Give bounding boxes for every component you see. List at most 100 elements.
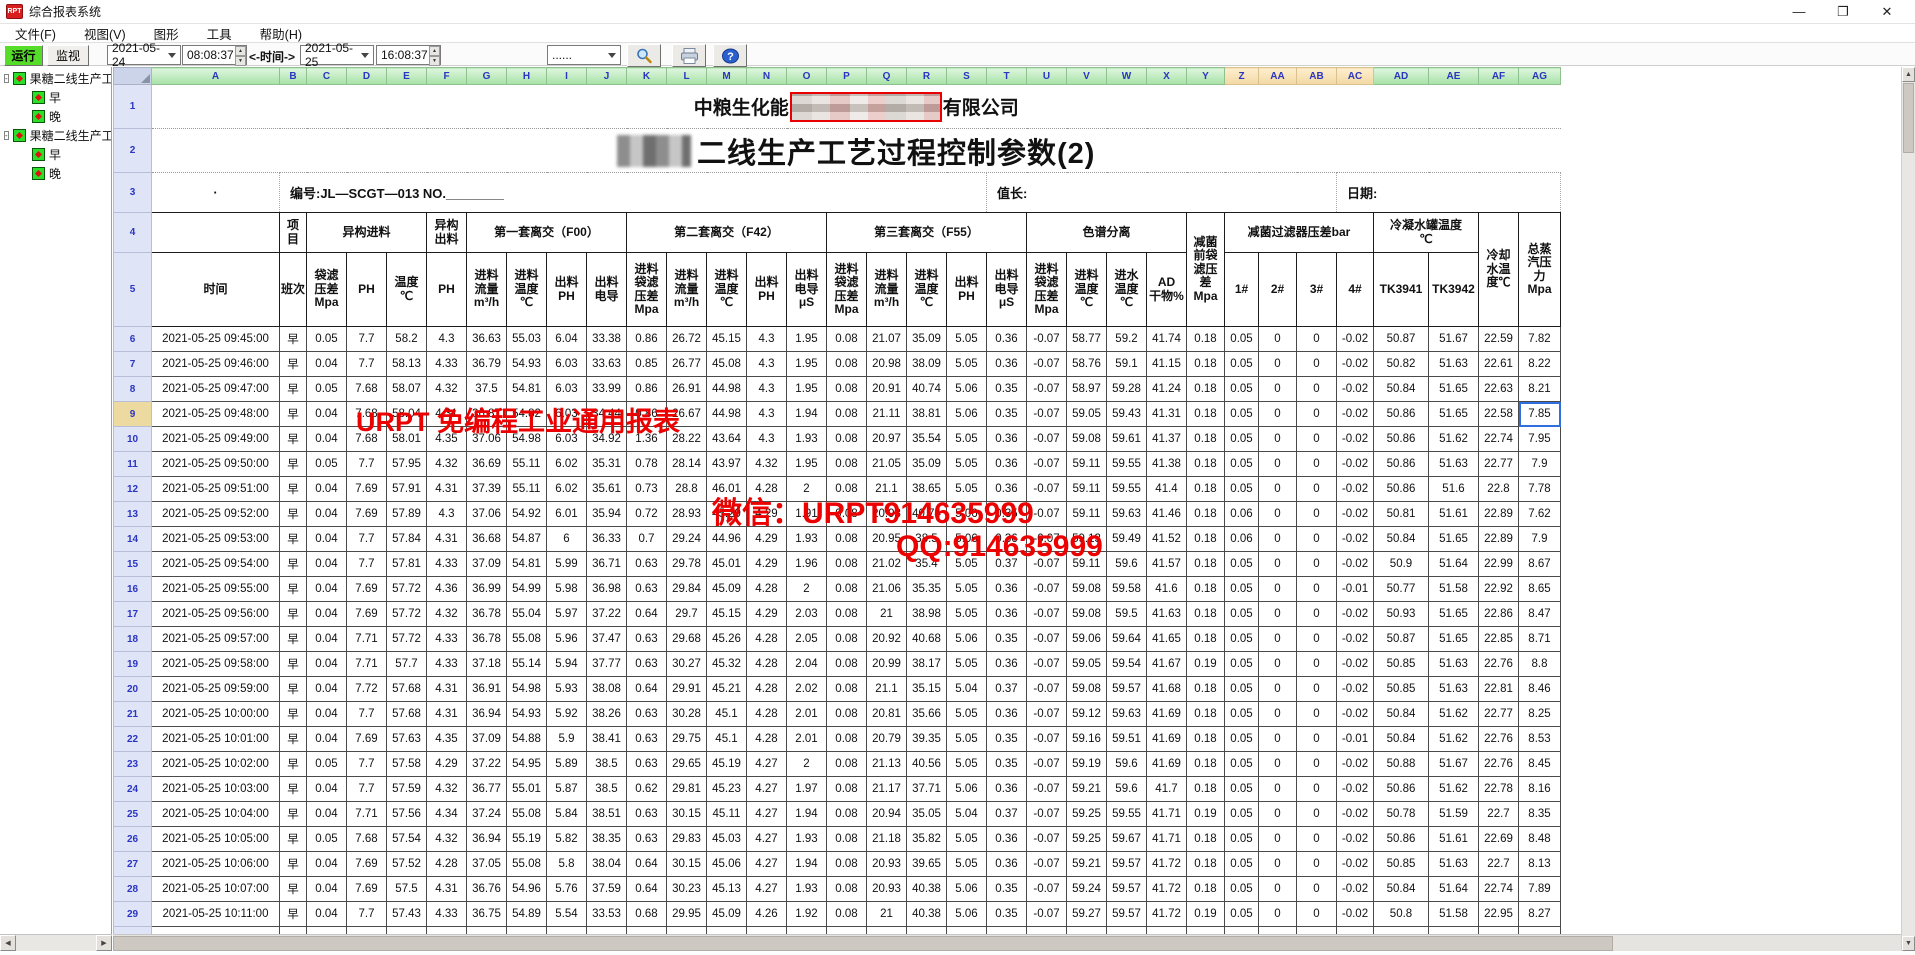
value-cell[interactable]: -0.07 (1027, 502, 1067, 527)
value-cell[interactable] (1107, 927, 1147, 935)
value-cell[interactable]: 40.74 (907, 502, 947, 527)
value-cell[interactable]: 51.59 (1429, 802, 1479, 827)
value-cell[interactable]: 8.25 (1519, 702, 1561, 727)
value-cell[interactable]: 50.85 (1374, 677, 1429, 702)
shift-cell[interactable]: 早 (280, 552, 307, 577)
value-cell[interactable]: 5.9 (547, 727, 587, 752)
value-cell[interactable]: 0.05 (1225, 602, 1259, 627)
value-cell[interactable]: 0.18 (1187, 827, 1225, 852)
shift-cell[interactable]: 早 (280, 502, 307, 527)
row-header[interactable]: 30 (114, 927, 152, 935)
value-cell[interactable]: 59.5 (1107, 602, 1147, 627)
value-cell[interactable]: 59.11 (1067, 452, 1107, 477)
value-cell[interactable]: 0.18 (1187, 502, 1225, 527)
row-header[interactable]: 12 (114, 477, 152, 502)
select-all-corner[interactable] (114, 68, 152, 85)
sub-header-22[interactable]: 进水 温度 ℃ (1107, 253, 1147, 327)
value-cell[interactable]: 29.68 (667, 627, 707, 652)
minimize-button[interactable]: — (1777, 1, 1821, 23)
row-header[interactable]: 28 (114, 877, 152, 902)
value-cell[interactable]: 45.01 (707, 552, 747, 577)
value-cell[interactable]: 36.33 (587, 527, 627, 552)
value-cell[interactable]: 0.18 (1187, 352, 1225, 377)
value-cell[interactable]: 0.08 (827, 527, 867, 552)
value-cell[interactable]: 29.95 (667, 902, 707, 927)
group-header-3[interactable]: 异构 出料 (427, 213, 467, 253)
value-cell[interactable]: 0.36 (987, 352, 1027, 377)
value-cell[interactable] (1429, 927, 1479, 935)
value-cell[interactable]: 0 (1259, 902, 1297, 927)
value-cell[interactable]: -0.07 (1027, 852, 1067, 877)
value-cell[interactable]: 1.94 (787, 852, 827, 877)
value-cell[interactable]: 59.55 (1107, 477, 1147, 502)
value-cell[interactable]: 4.3 (747, 402, 787, 427)
value-cell[interactable]: 57.95 (387, 452, 427, 477)
value-cell[interactable]: 28.22 (667, 427, 707, 452)
value-cell[interactable]: -0.07 (1027, 902, 1067, 927)
value-cell[interactable]: 7.9 (1519, 452, 1561, 477)
value-cell[interactable]: 7.69 (347, 477, 387, 502)
value-cell[interactable]: 4.28 (747, 577, 787, 602)
value-cell[interactable]: 37.24 (467, 802, 507, 827)
value-cell[interactable]: 0.05 (307, 377, 347, 402)
time-cell[interactable]: 2021-05-25 09:47:00 (152, 377, 280, 402)
value-cell[interactable]: 4.31 (427, 477, 467, 502)
value-cell[interactable]: 0.35 (987, 877, 1027, 902)
value-cell[interactable]: 6.01 (547, 502, 587, 527)
value-cell[interactable]: 0.05 (1225, 777, 1259, 802)
value-cell[interactable]: 30.15 (667, 802, 707, 827)
value-cell[interactable]: 0.18 (1187, 327, 1225, 352)
value-cell[interactable]: 50.87 (1374, 327, 1429, 352)
value-cell[interactable]: 22.77 (1479, 702, 1519, 727)
column-header-Q[interactable]: Q (867, 68, 907, 85)
value-cell[interactable]: 2.01 (787, 702, 827, 727)
group-header-11[interactable]: 冷却 水温 度℃ (1479, 213, 1519, 327)
value-cell[interactable] (1337, 927, 1374, 935)
value-cell[interactable]: 0.36 (987, 452, 1027, 477)
value-cell[interactable]: 41.38 (1147, 452, 1187, 477)
value-cell[interactable]: 1.97 (787, 777, 827, 802)
value-cell[interactable]: 59.08 (1067, 577, 1107, 602)
value-cell[interactable]: 51.64 (1429, 877, 1479, 902)
value-cell[interactable]: 4.29 (747, 502, 787, 527)
value-cell[interactable]: 0.08 (827, 377, 867, 402)
shift-cell[interactable]: 早 (280, 327, 307, 352)
shift-leader-cell[interactable]: 值长: (987, 173, 1337, 213)
value-cell[interactable]: 6.03 (547, 402, 587, 427)
value-cell[interactable]: -0.02 (1337, 502, 1374, 527)
value-cell[interactable] (507, 927, 547, 935)
value-cell[interactable]: 7.71 (347, 652, 387, 677)
value-cell[interactable]: 36.78 (467, 627, 507, 652)
value-cell[interactable]: 4.27 (747, 752, 787, 777)
value-cell[interactable]: 5.87 (547, 777, 587, 802)
value-cell[interactable]: 6.03 (547, 427, 587, 452)
value-cell[interactable]: 0 (1259, 752, 1297, 777)
column-header-AG[interactable]: AG (1519, 68, 1561, 85)
value-cell[interactable]: -0.07 (1027, 752, 1067, 777)
time-cell[interactable]: 2021-05-25 10:03:00 (152, 777, 280, 802)
sub-header-10[interactable]: 进料 袋滤 压差 Mpa (627, 253, 667, 327)
value-cell[interactable]: -0.02 (1337, 677, 1374, 702)
value-cell[interactable]: 1.93 (787, 827, 827, 852)
value-cell[interactable]: 35.94 (587, 502, 627, 527)
sub-header-25[interactable]: 2# (1259, 253, 1297, 327)
value-cell[interactable]: 0 (1259, 427, 1297, 452)
value-cell[interactable]: 8.47 (1519, 602, 1561, 627)
value-cell[interactable]: 0 (1297, 402, 1337, 427)
value-cell[interactable]: 59.25 (1067, 827, 1107, 852)
value-cell[interactable]: 0.04 (307, 602, 347, 627)
value-cell[interactable]: -0.07 (1027, 777, 1067, 802)
value-cell[interactable]: 4.29 (747, 602, 787, 627)
value-cell[interactable]: 34.44 (587, 402, 627, 427)
value-cell[interactable]: 0.35 (987, 377, 1027, 402)
value-cell[interactable]: 0.04 (307, 677, 347, 702)
value-cell[interactable]: -0.02 (1337, 452, 1374, 477)
value-cell[interactable]: 0 (1297, 327, 1337, 352)
value-cell[interactable]: 37.59 (587, 877, 627, 902)
value-cell[interactable]: 29.7 (667, 602, 707, 627)
value-cell[interactable]: 0.73 (627, 477, 667, 502)
value-cell[interactable] (867, 927, 907, 935)
selected-cell[interactable]: 7.85 (1519, 402, 1561, 427)
print-button[interactable] (672, 44, 706, 67)
chevron-down-icon[interactable] (168, 53, 176, 58)
